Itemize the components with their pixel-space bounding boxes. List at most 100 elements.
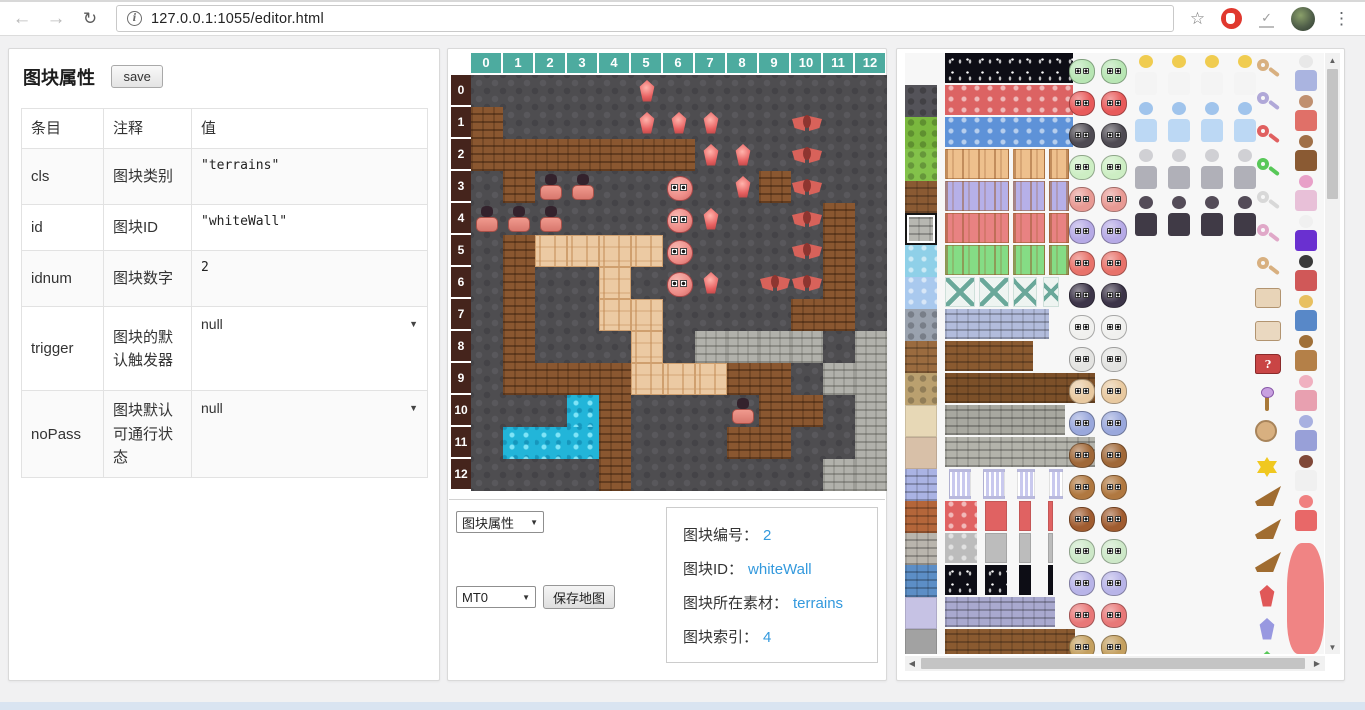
map-tile[interactable] [695,75,727,107]
palette-terrain-tile[interactable] [905,437,937,469]
palette-enemy-sprite[interactable] [1101,283,1127,308]
map-tile[interactable] [599,395,631,427]
map-tile[interactable] [727,395,759,427]
palette-character-sprite[interactable] [1131,196,1161,236]
map-tile[interactable] [471,299,503,331]
palette-staff-item[interactable] [1255,387,1281,413]
map-tile[interactable] [791,139,823,171]
palette-character-sprite[interactable] [1197,55,1227,95]
map-tile[interactable] [503,363,535,395]
palette-enemy-sprite[interactable] [1069,603,1095,628]
palette-tile[interactable] [1048,501,1053,531]
map-tile[interactable] [727,107,759,139]
palette-tile[interactable] [945,213,1009,243]
palette-tile[interactable] [983,469,1005,499]
map-tile[interactable] [663,395,695,427]
palette-tile[interactable] [1019,533,1031,563]
palette-enemy-sprite[interactable] [1069,443,1095,468]
map-tile[interactable] [535,331,567,363]
palette-tile[interactable] [949,469,971,499]
map-tile[interactable] [695,299,727,331]
map-tile[interactable] [823,235,855,267]
palette-npc-sprite[interactable] [1291,415,1321,451]
map-tile[interactable] [791,299,823,331]
map-tile[interactable] [663,235,695,267]
palette-npc-sprite[interactable] [1291,495,1321,531]
map-tile[interactable] [535,395,567,427]
palette-character-sprite[interactable] [1164,55,1194,95]
palette-enemy-sprite[interactable] [1069,347,1095,372]
map-tile[interactable] [631,267,663,299]
palette-tile[interactable] [985,501,1007,531]
map-tile[interactable] [503,235,535,267]
map-tile[interactable] [631,427,663,459]
reload-icon[interactable]: ↻ [76,5,104,33]
map-tile[interactable] [471,363,503,395]
palette-terrain-tile[interactable] [905,469,937,501]
map-tile[interactable] [599,235,631,267]
palette-key-item[interactable] [1255,255,1283,281]
palette-tile[interactable] [945,565,977,595]
map-tile[interactable] [471,171,503,203]
palette-terrain-tile[interactable] [905,245,937,277]
palette-enemy-sprite[interactable] [1069,411,1095,436]
value-select[interactable]: null▼ [201,398,418,420]
palette-wing-item[interactable] [1255,486,1281,506]
map-tile[interactable] [471,395,503,427]
palette-tile[interactable] [945,341,1033,371]
palette-enemy-sprite[interactable] [1069,539,1095,564]
palette-key-item[interactable] [1255,222,1283,248]
map-tile[interactable] [791,203,823,235]
map-tile[interactable] [535,171,567,203]
map-tile[interactable] [695,171,727,203]
palette-npc-sprite[interactable] [1291,375,1321,411]
extension-icon[interactable] [1221,8,1242,29]
forward-icon[interactable]: → [42,5,70,33]
palette-enemy-sprite[interactable] [1101,59,1127,84]
bookmark-star-icon[interactable]: ☆ [1190,9,1205,29]
palette-key-item[interactable] [1255,156,1283,182]
map-tile[interactable] [727,139,759,171]
palette-enemy-sprite[interactable] [1069,283,1095,308]
map-tile[interactable] [823,363,855,395]
map-tile[interactable] [599,171,631,203]
palette-enemy-sprite[interactable] [1069,59,1095,84]
map-tile[interactable] [535,107,567,139]
palette-tile[interactable] [945,309,1049,339]
map-tile[interactable] [631,299,663,331]
map-tile[interactable] [823,203,855,235]
palette-npc-sprite[interactable] [1291,295,1321,331]
map-tile[interactable] [695,139,727,171]
map-tile[interactable] [599,331,631,363]
map-tile[interactable] [503,203,535,235]
palette-tile[interactable] [945,501,977,531]
palette-terrain-tile-selected[interactable] [905,213,937,245]
palette-npc-sprite[interactable] [1291,255,1321,291]
palette-gem-item[interactable] [1259,585,1275,607]
palette-star-item[interactable] [1255,453,1281,479]
palette-character-sprite[interactable] [1131,102,1161,142]
palette-terrain-tile[interactable] [905,533,937,565]
palette-tile[interactable] [945,149,1009,179]
palette-enemy-sprite[interactable] [1069,187,1095,212]
map-tile[interactable] [631,235,663,267]
palette-npc-sprite[interactable] [1291,95,1321,131]
map-tile[interactable] [759,267,791,299]
palette-enemy-sprite[interactable] [1101,219,1127,244]
palette-wing-item[interactable] [1255,552,1281,572]
palette-npc-sprite[interactable] [1291,335,1321,371]
map-tile[interactable] [791,395,823,427]
scroll-down-icon[interactable]: ▼ [1325,640,1340,654]
palette-enemy-sprite[interactable] [1101,347,1127,372]
palette-terrain-tile[interactable] [905,149,937,181]
palette-tile[interactable] [1013,149,1045,179]
map-tile[interactable] [631,363,663,395]
map-tile[interactable] [695,203,727,235]
map-tile[interactable] [599,299,631,331]
palette-npc-sprite[interactable] [1291,135,1321,171]
palette-character-sprite[interactable] [1197,102,1227,142]
map-tile[interactable] [759,459,791,491]
map-tile[interactable] [791,107,823,139]
map-tile[interactable] [695,459,727,491]
map-tile[interactable] [567,427,599,459]
